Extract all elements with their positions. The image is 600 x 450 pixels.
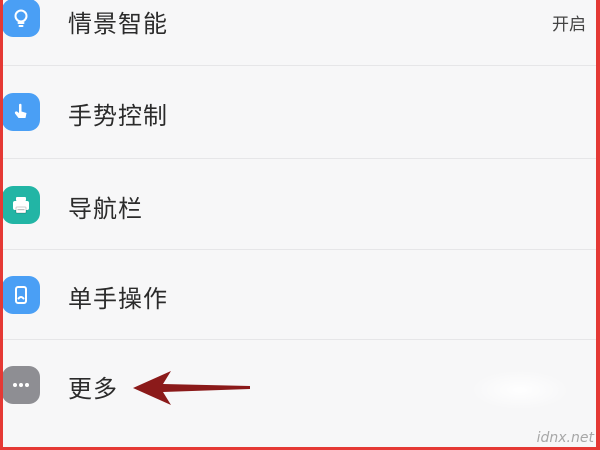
settings-item-label: 更多	[68, 375, 118, 403]
settings-item-label: 导航栏	[68, 195, 143, 223]
gesture-hand-icon	[2, 93, 40, 131]
settings-item-label: 情景智能	[68, 10, 168, 38]
settings-item-navigation-bar[interactable]: 导航栏	[0, 159, 600, 250]
lightbulb-icon	[2, 0, 40, 37]
settings-item-gesture-control[interactable]: 手势控制	[0, 66, 600, 159]
settings-item-label: 单手操作	[68, 285, 168, 313]
settings-item-scene-intelligence[interactable]: 情景智能 开启	[0, 0, 600, 66]
settings-item-one-hand-mode[interactable]: 单手操作	[0, 250, 600, 340]
watermark: idnx.net	[536, 430, 594, 446]
status-value: 开启	[552, 15, 586, 35]
navigation-bar-icon	[2, 186, 40, 224]
settings-item-label: 手势控制	[68, 102, 168, 130]
one-hand-mode-icon	[2, 276, 40, 314]
glare-highlight	[470, 370, 570, 410]
more-dots-icon	[2, 366, 40, 404]
settings-screen: 情景智能 开启 手势控制 导航栏 单手操作 更多 idnx.net	[0, 0, 600, 450]
